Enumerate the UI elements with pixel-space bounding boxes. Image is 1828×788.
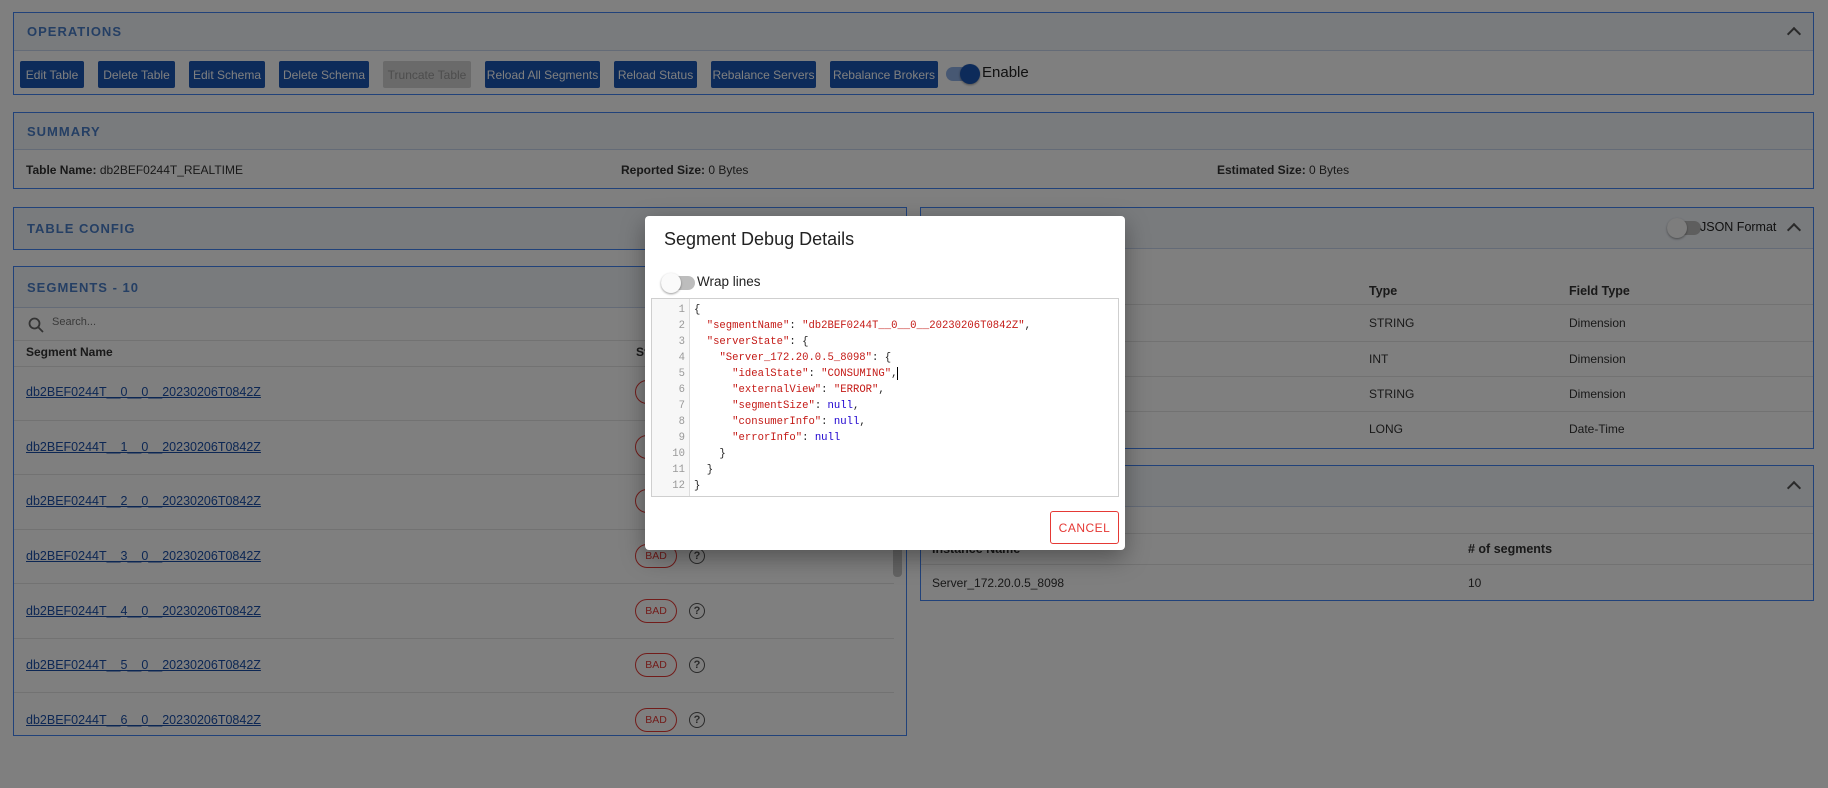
json-code-editor[interactable]: 1{ 2 "segmentName": "db2BEF0244T__0__0__… xyxy=(651,298,1119,497)
dialog-title: Segment Debug Details xyxy=(664,229,855,249)
segment-debug-dialog: Segment Debug Details Wrap lines 1{ 2 "s… xyxy=(645,216,1125,550)
code-line: 2 "segmentName": "db2BEF0244T__0__0__202… xyxy=(678,320,1031,332)
wrap-lines-toggle[interactable] xyxy=(661,273,695,293)
code-line: 9 "errorInfo": null xyxy=(678,432,841,444)
code-line: 12} xyxy=(672,480,701,492)
code-line: 11 } xyxy=(672,464,714,476)
cancel-button[interactable]: CANCEL xyxy=(1050,511,1119,544)
toggle-knob xyxy=(661,273,681,293)
code-line: 7 "segmentSize": null, xyxy=(678,400,860,412)
text-cursor xyxy=(897,366,899,380)
code-line: 10 } xyxy=(672,448,726,460)
code-line: 6 "externalView": "ERROR", xyxy=(678,384,885,396)
wrap-lines-label: Wrap lines xyxy=(697,274,761,289)
code-line: 8 "consumerInfo": null, xyxy=(678,416,866,428)
code-line: 5 "idealState": "CONSUMING", xyxy=(678,366,899,380)
code-line: 3 "serverState": { xyxy=(678,336,809,348)
code-line: 1{ xyxy=(678,304,701,316)
code-line: 4 "Server_172.20.0.5_8098": { xyxy=(678,352,892,364)
